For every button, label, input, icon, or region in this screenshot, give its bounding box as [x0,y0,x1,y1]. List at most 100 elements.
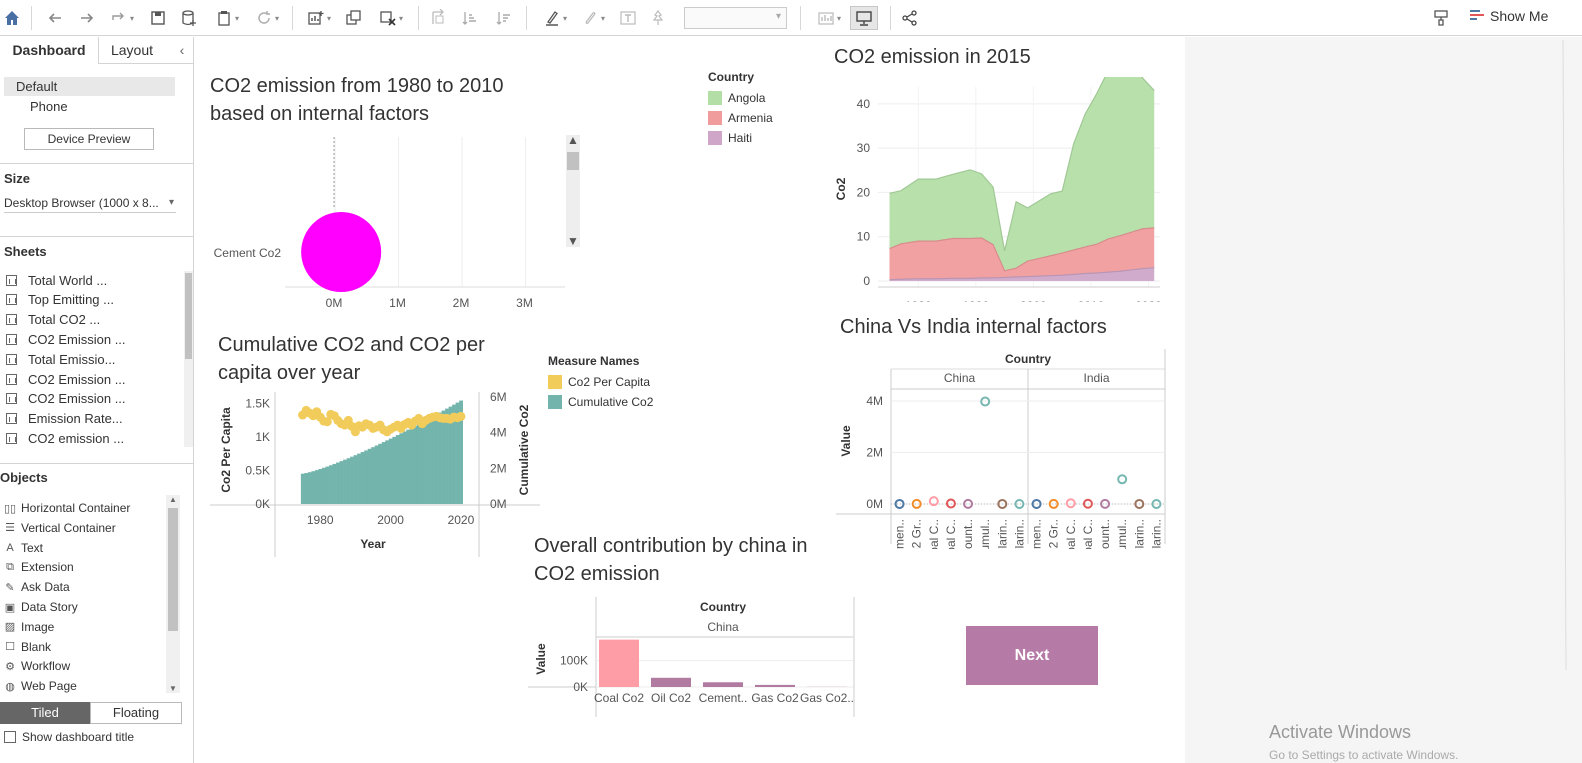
cumulative-bar[interactable] [388,438,393,504]
presentation-mode-icon[interactable] [850,6,878,30]
scatter-point[interactable] [980,396,991,407]
contribution-bar[interactable] [599,639,639,687]
cumulative-bar[interactable] [353,455,358,504]
object-item[interactable]: ◍ Web Page [3,676,163,696]
sheet-item[interactable]: CO2 Emission ... [6,329,182,349]
cumulative-bar[interactable] [441,410,446,504]
cumulative-bar[interactable] [325,466,330,504]
legend-item-angola[interactable]: Angola [708,88,773,108]
chart1-scroll-thumb[interactable] [567,152,579,170]
cumulative-bar[interactable] [434,414,439,504]
cumulative-bar[interactable] [314,470,319,504]
cumulative-bar[interactable] [378,443,383,504]
cement-bubble[interactable] [301,212,382,292]
highlight-icon[interactable]: ▾ [538,6,572,30]
cumulative-bar[interactable] [395,435,400,504]
scatter-point[interactable] [1117,474,1128,485]
object-item[interactable]: ☰ Vertical Container [3,518,163,538]
cumulative-bar[interactable] [321,467,326,504]
sort-descending-icon[interactable] [494,6,514,30]
duplicate-sheet-icon[interactable] [344,6,364,30]
cumulative-bar[interactable] [402,431,407,504]
cumulative-bar[interactable] [343,459,347,504]
device-option-phone[interactable]: Phone [4,97,175,116]
new-worksheet-icon[interactable]: ▾ [302,6,336,30]
cumulative-bar[interactable] [329,465,333,504]
contribution-bar[interactable] [651,677,691,687]
object-item[interactable]: ▯▯ Horizontal Container [3,498,163,518]
cumulative-bar[interactable] [431,416,435,504]
clear-sheet-icon[interactable]: ▾ [374,6,408,30]
group-members-icon[interactable]: ▾ [576,6,610,30]
share-icon[interactable] [900,6,920,30]
cumulative-bar[interactable] [336,462,340,504]
tab-dashboard[interactable]: Dashboard [0,37,99,64]
sheet-item[interactable]: CO2 Emission ... [6,369,182,389]
device-preview-button[interactable]: Device Preview [24,128,154,150]
legend-item-armenia[interactable]: Armenia [708,108,773,128]
cumulative-bar[interactable] [420,422,425,504]
tab-layout[interactable]: Layout [100,37,164,64]
show-dashboard-title-checkbox[interactable]: Show dashboard title [4,730,134,744]
sheets-scrollbar[interactable] [184,271,193,447]
fix-axes-icon[interactable] [648,6,668,30]
fit-dropdown[interactable] [684,7,787,29]
cumulative-bar[interactable] [392,436,397,504]
floating-button[interactable]: Floating [90,702,182,724]
legend-item-cumulative-co2[interactable]: Cumulative Co2 [548,392,653,412]
cumulative-bar[interactable] [413,425,418,504]
paste-icon[interactable]: ▾ [210,6,244,30]
sheet-item[interactable]: Total World ... [6,270,182,290]
cumulative-bar[interactable] [332,463,337,504]
per-capita-point[interactable] [456,411,466,421]
object-item[interactable]: A Text [3,538,163,558]
collapse-sidebar-icon[interactable]: ‹ [172,37,192,64]
next-button[interactable]: Next [966,626,1098,685]
refresh-icon[interactable]: ▾ [250,6,284,30]
save-icon[interactable] [148,6,168,30]
cumulative-bar[interactable] [357,453,361,504]
cumulative-bar[interactable] [416,424,421,504]
checkbox-icon[interactable] [4,731,16,743]
cumulative-bar[interactable] [339,461,344,504]
home-icon[interactable] [2,6,22,30]
cumulative-bar[interactable] [346,458,351,504]
legend-item-co2-per-capita[interactable]: Co2 Per Capita [548,372,653,392]
sheet-item[interactable]: Total Emissio... [6,349,182,369]
cumulative-bar[interactable] [364,450,369,504]
sheet-item[interactable]: Top Emitting ... [6,290,182,310]
scatter-point[interactable] [1065,498,1076,509]
show-mark-labels-icon[interactable] [618,6,638,30]
cumulative-bar[interactable] [367,448,372,504]
object-item[interactable]: ▨ Image [3,617,163,637]
undo-icon[interactable] [44,6,66,30]
tiled-button[interactable]: Tiled [0,702,90,724]
cumulative-bar[interactable] [427,418,432,504]
replay-icon[interactable]: ▾ [106,6,138,30]
object-item[interactable]: ☐ Blank [3,637,163,657]
cumulative-bar[interactable] [374,445,379,504]
sheet-item[interactable]: Emission Rate... [6,409,182,429]
device-option-default[interactable]: Default [4,77,175,96]
legend-item-haiti[interactable]: Haiti [708,128,773,148]
contribution-bar[interactable] [703,682,743,687]
sheet-item[interactable]: Total CO2 ... [6,310,182,330]
cumulative-bar[interactable] [304,473,309,504]
contribution-bar[interactable] [755,684,795,687]
show-cards-icon[interactable]: ▾ [812,6,846,30]
scatter-point[interactable] [945,498,956,509]
cumulative-bar[interactable] [307,472,312,504]
size-dropdown[interactable]: Desktop Browser (1000 x 8... [4,193,176,213]
sheet-item[interactable]: CO2 Emission ... [6,389,182,409]
cumulative-bar[interactable] [350,456,354,504]
object-item[interactable]: ▣ Data Story [3,597,163,617]
objects-scrollbar[interactable]: ▲ ▼ [166,495,180,693]
format-paint-icon[interactable] [1430,6,1452,30]
sort-ascending-icon[interactable] [460,6,480,30]
cumulative-bar[interactable] [406,429,411,504]
show-me-button[interactable]: Show Me [1470,8,1548,24]
swap-rows-columns-icon[interactable] [428,6,448,30]
cumulative-bar[interactable] [423,420,428,504]
cumulative-bar[interactable] [385,440,390,504]
redo-icon[interactable] [76,6,98,30]
